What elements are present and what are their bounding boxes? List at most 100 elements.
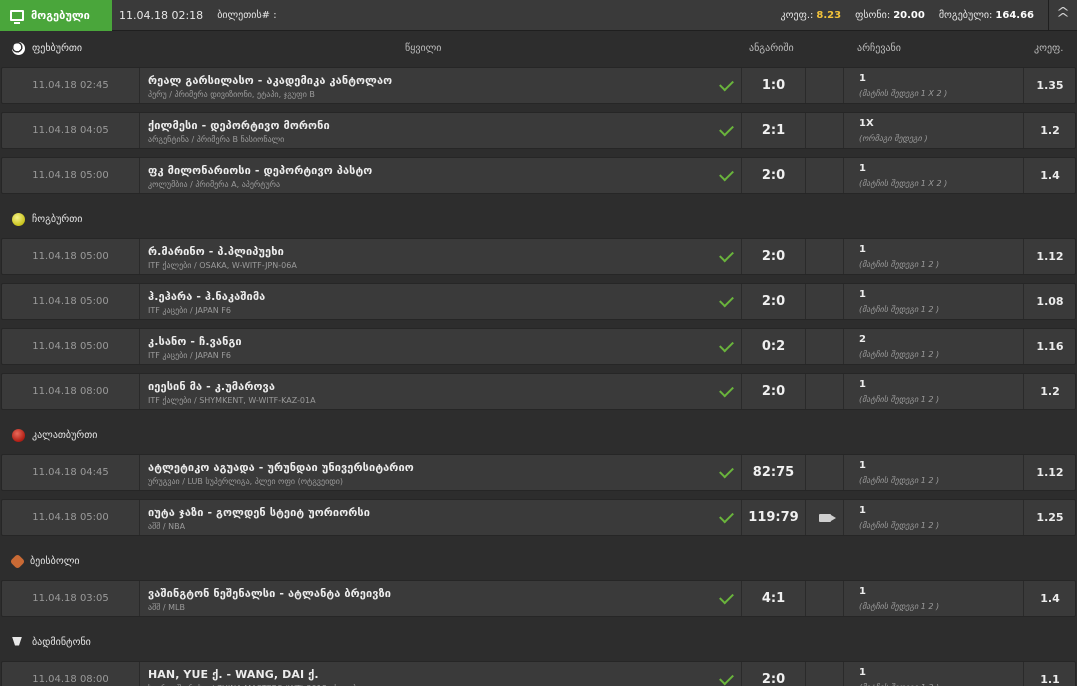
bet-row[interactable]: 11.04.18 02:45 რეალ გარსილასო - აკადემიკა… [1, 67, 1076, 104]
event-score: 0:2 [742, 329, 806, 364]
sport-name: ბადმინტონი [32, 636, 91, 648]
event-date: 11.04.18 05:00 [2, 239, 140, 274]
bet-row[interactable]: 11.04.18 05:00 კ.სანო - ჩ.ვანგი ITF კაცები… [1, 328, 1076, 365]
selection-market: (ორმაგი შედეგი ) [859, 134, 928, 143]
selection-odds: 1.2 [1040, 385, 1060, 398]
event-score: 2:0 [742, 662, 806, 686]
event-score: 2:1 [742, 113, 806, 148]
column-header-score: ანგარიში [749, 42, 794, 54]
collapse-button[interactable]: ^ ^ [1048, 0, 1077, 31]
media-cell [806, 374, 844, 409]
selection-market: (მატჩის შედეგი 1 2 ) [859, 260, 940, 269]
selection-cell: 1 (მატჩის შედეგი 1 2 ) [844, 284, 1024, 319]
tennis-ball-icon [12, 212, 25, 226]
shuttlecock-icon [12, 636, 25, 649]
selection-cell: 1(მატჩის შედეგი 1 2 ) [844, 500, 1024, 535]
ticket-datetime: 11.04.18 02:18 [119, 8, 204, 22]
bet-row[interactable]: 11.04.18 05:00 ჰ.ეჰარა - ჰ.ნაკაშიმა ITF კა… [1, 283, 1076, 320]
selection-odds: 1.4 [1040, 169, 1060, 182]
event-league: კოლუმბია / პრიმერა A, აპერტურა [148, 180, 281, 189]
event-cell: HAN, YUE ქ. - WANG, DAI ქ.საერთაშორისო /… [140, 662, 742, 686]
bet-row[interactable]: 11.04.18 08:00 HAN, YUE ქ. - WANG, DAI ქ.… [1, 661, 1076, 686]
ticket-number-label: ბილეთის# : [217, 9, 277, 21]
media-cell [806, 68, 844, 103]
bet-row[interactable]: 11.04.18 05:00 ფკ მილონარიოსი - დეპორტივო… [1, 157, 1076, 194]
event-cell: იეესინ მა - კ.უმაროვა ITF ქალები / SHYMKE… [140, 374, 742, 409]
baseball-icon [9, 553, 26, 569]
event-cell: ატლეტიკო აგუადა - ურუნდაი უნივერსიტარიო უ… [140, 455, 742, 490]
selection-cell: 1(მატჩის შედეგი 1 2 ) [844, 662, 1024, 686]
selection-odds: 1.16 [1036, 340, 1064, 353]
selection-pick: 1 [859, 289, 866, 300]
sport-section-header: ჩოგბურთი [0, 202, 1077, 236]
event-league: პერუ / პრიმერა დივიზიონი, ეტაპი, ჯგუფი B [148, 90, 315, 99]
sport-section-header: კალათბურთი [0, 418, 1077, 452]
ticket-header: მოგებული 11.04.18 02:18 ბილეთის# : კოეფ.… [0, 0, 1077, 31]
check-icon [719, 589, 734, 605]
status-label: მოგებული [31, 8, 90, 22]
selection-odds: 1.1 [1040, 673, 1060, 686]
event-title: ატლეტიკო აგუადა - ურუნდაი უნივერსიტარიო [148, 461, 414, 474]
column-header-event: წყვილი [405, 42, 442, 54]
selection-pick: 1 [859, 505, 866, 516]
event-date: 11.04.18 05:00 [2, 329, 140, 364]
check-icon [719, 463, 734, 479]
media-cell[interactable] [806, 500, 844, 535]
event-league: არგენტინა / პრიმერა B ნასიონალი [148, 135, 285, 144]
bet-row[interactable]: 11.04.18 03:05 ვაშინგტონ ნეშენალსი - ატლა… [1, 580, 1076, 617]
bet-row[interactable]: 11.04.18 05:00 იუტა ჯაზი - გოლდენ სტეიტ უ… [1, 499, 1076, 536]
check-icon [719, 670, 734, 686]
selection-pick: 1X [859, 118, 874, 129]
media-cell [806, 158, 844, 193]
coef-label: კოეფ.: [780, 9, 814, 21]
selection-odds: 1.12 [1036, 466, 1064, 479]
event-cell: კ.სანო - ჩ.ვანგი ITF კაცები / JAPAN F6 [140, 329, 742, 364]
event-title: იეესინ მა - კ.უმაროვა [148, 380, 276, 393]
bet-row[interactable]: 11.04.18 05:00 რ.მარინო - პ.პლიპუეხი ITF ქ… [1, 238, 1076, 275]
event-score: 82:75 [742, 455, 806, 490]
bet-row[interactable]: 11.04.18 04:45 ატლეტიკო აგუადა - ურუნდაი … [1, 454, 1076, 491]
bet-row[interactable]: 11.04.18 08:00 იეესინ მა - კ.უმაროვა ITF ქ… [1, 373, 1076, 410]
selection-pick: 1 [859, 667, 866, 678]
status-badge[interactable]: მოგებული [0, 0, 112, 31]
selection-market: (მატჩის შედეგი 1 X 2 ) [859, 89, 948, 98]
selection-pick: 1 [859, 244, 866, 255]
ticket-summary: კოეფ.: 8.23 ფსონი: 20.00 მოგებული: 164.66 ^… [781, 0, 1077, 31]
event-title: რ.მარინო - პ.პლიპუეხი [148, 245, 284, 258]
coef-value: 8.23 [816, 9, 842, 21]
sport-section-header: ბადმინტონი [0, 625, 1077, 659]
selection-pick: 1 [859, 163, 866, 174]
event-score: 2:0 [742, 284, 806, 319]
selection-pick: 1 [859, 586, 866, 597]
video-camera-icon[interactable] [818, 513, 836, 522]
selection-cell: 1(მატჩის შედეგი 1 2 ) [844, 455, 1024, 490]
event-league: ITF კაცები / JAPAN F6 [148, 351, 231, 360]
event-date: 11.04.18 02:45 [2, 68, 140, 103]
event-date: 11.04.18 04:05 [2, 113, 140, 148]
monitor-icon [10, 9, 24, 24]
win-label: მოგებული: [938, 9, 993, 21]
check-icon [719, 166, 734, 182]
selection-pick: 1 [859, 379, 866, 390]
bet-row[interactable]: 11.04.18 04:05 ქილმესი - დეპორტივო მორონი… [1, 112, 1076, 149]
win-value: 164.66 [995, 9, 1034, 21]
sport-name: ჩოგბურთი [32, 213, 83, 225]
event-title: ჰ.ეჰარა - ჰ.ნაკაშიმა [148, 290, 266, 303]
event-date: 11.04.18 04:45 [2, 455, 140, 490]
selection-market: (მატჩის შედეგი 1 2 ) [859, 350, 940, 359]
selection-market: (მატჩის შედეგი 1 2 ) [859, 305, 940, 314]
event-cell: რეალ გარსილასო - აკადემიკა კანტოლაო პერუ … [140, 68, 742, 103]
selection-cell: 1X (ორმაგი შედეგი ) [844, 113, 1024, 148]
selection-market: (მატჩის შედეგი 1 2 ) [859, 476, 940, 485]
selection-market: (მატჩის შედეგი 1 2 ) [859, 395, 940, 404]
selection-odds: 1.25 [1036, 511, 1064, 524]
event-score: 2:0 [742, 239, 806, 274]
selection-pick: 2 [859, 334, 866, 345]
selection-odds: 1.12 [1036, 250, 1064, 263]
event-score: 1:0 [742, 68, 806, 103]
event-score: 2:0 [742, 158, 806, 193]
coef-summary: კოეფ.: 8.23 [781, 10, 842, 21]
sport-name: კალათბურთი [32, 429, 98, 441]
event-title: იუტა ჯაზი - გოლდენ სტეიტ უორიორსი [148, 506, 371, 519]
sport-name: ბეისბოლი [30, 555, 80, 567]
